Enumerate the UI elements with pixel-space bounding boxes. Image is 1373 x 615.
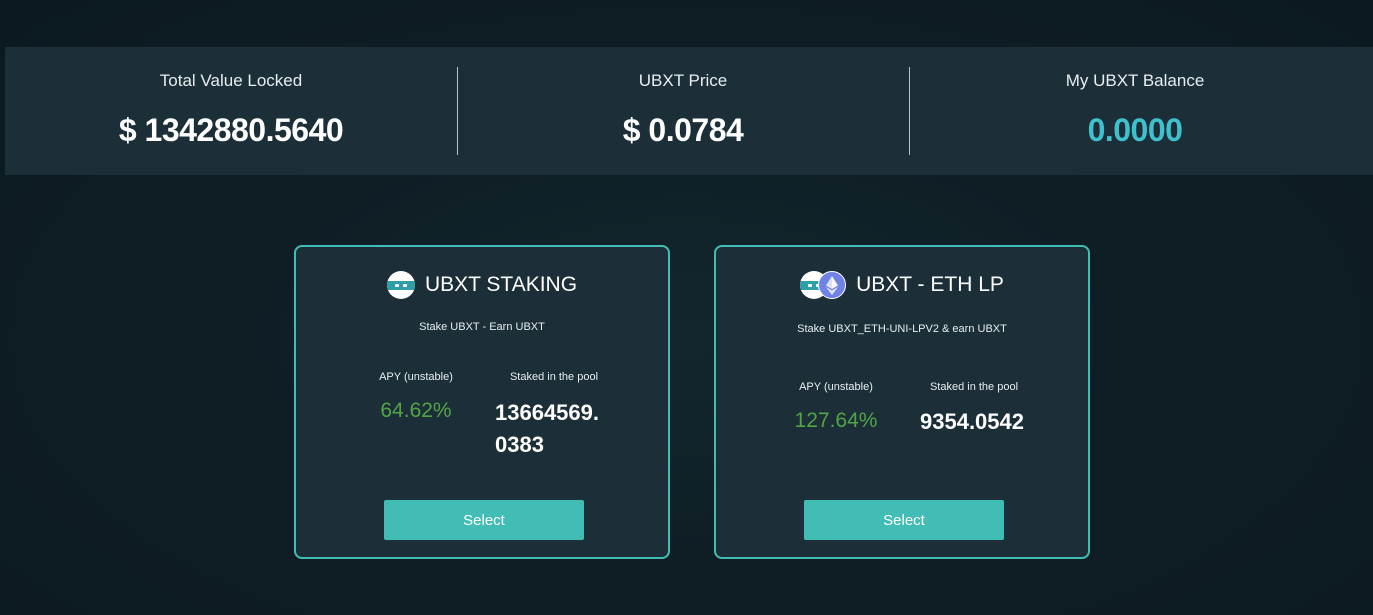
apy-label: APY (unstable) bbox=[799, 381, 873, 393]
select-button[interactable]: Select bbox=[384, 500, 584, 540]
pool-title: UBXT STAKING bbox=[424, 273, 578, 296]
staked-value: 9354.0542 bbox=[920, 409, 1024, 434]
price-value: $ 0.0784 bbox=[622, 112, 744, 148]
pool-card-ubxt-eth-lp: UBXT - ETH LP Stake UBXT_ETH-UNI-LPV2 & … bbox=[714, 245, 1090, 559]
eth-coin-icon bbox=[818, 271, 847, 299]
ubxt-eth-pair-icon bbox=[800, 271, 847, 299]
staked-value-line2: 0383 bbox=[495, 432, 544, 457]
apy-value: 64.62% bbox=[380, 399, 452, 422]
stats-bar: Total Value Locked $ 1342880.5640 UBXT P… bbox=[5, 47, 1373, 175]
tvl-stat: Total Value Locked $ 1342880.5640 bbox=[5, 47, 457, 175]
select-button[interactable]: Select bbox=[804, 500, 1004, 540]
staked-label: Staked in the pool bbox=[509, 371, 599, 383]
staked-value-line1: 13664569. bbox=[495, 400, 599, 425]
balance-label: My UBXT Balance bbox=[1065, 71, 1205, 90]
card-header: UBXT - ETH LP bbox=[716, 271, 1088, 299]
tvl-label: Total Value Locked bbox=[159, 71, 303, 90]
ubxt-coin-icon bbox=[386, 271, 415, 299]
tvl-value: $ 1342880.5640 bbox=[118, 112, 344, 148]
pool-subtitle: Stake UBXT - Earn UBXT bbox=[419, 321, 545, 333]
staked-label: Staked in the pool bbox=[929, 381, 1019, 393]
balance-stat: My UBXT Balance 0.0000 bbox=[909, 47, 1361, 175]
apy-label: APY (unstable) bbox=[379, 371, 453, 383]
staked-value: 13664569. 0383 bbox=[495, 397, 599, 461]
pool-title: UBXT - ETH LP bbox=[856, 273, 1004, 296]
card-header: UBXT STAKING bbox=[296, 271, 668, 299]
pool-subtitle: Stake UBXT_ETH-UNI-LPV2 & earn UBXT bbox=[797, 323, 1007, 335]
apy-value: 127.64% bbox=[794, 409, 878, 432]
price-stat: UBXT Price $ 0.0784 bbox=[457, 47, 909, 175]
pool-card-ubxt-staking: UBXT STAKING Stake UBXT - Earn UBXT APY … bbox=[294, 245, 670, 559]
price-label: UBXT Price bbox=[638, 71, 728, 90]
balance-value: 0.0000 bbox=[1087, 112, 1183, 148]
